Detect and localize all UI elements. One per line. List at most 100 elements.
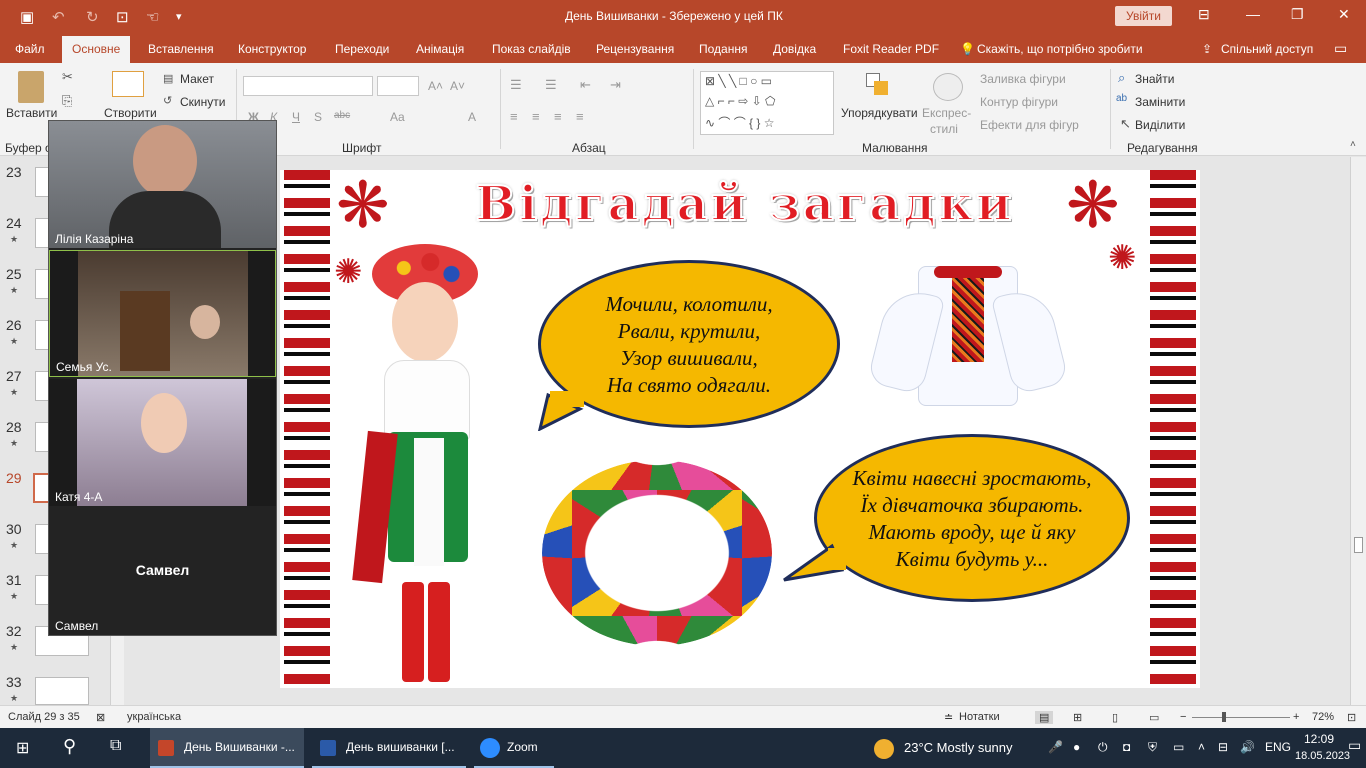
- video-tile[interactable]: Самвел Самвел: [49, 508, 276, 635]
- ribbon-display-icon[interactable]: ⊟: [1198, 6, 1210, 23]
- paste-icon[interactable]: [18, 71, 44, 103]
- language-indicator[interactable]: українська: [127, 711, 181, 723]
- video-tile-active[interactable]: Семья Ус.: [49, 250, 276, 377]
- present-icon[interactable]: ⊡: [116, 8, 129, 26]
- search-icon[interactable]: ⚲: [63, 736, 76, 757]
- touch-icon[interactable]: ☜: [146, 8, 159, 26]
- collapse-ribbon-icon[interactable]: ˄: [1350, 139, 1356, 150]
- tab-help[interactable]: Довідка: [773, 42, 816, 56]
- share-icon[interactable]: ⇪: [1202, 42, 1212, 56]
- taskbar-app-word[interactable]: День вишиванки [...: [312, 728, 466, 768]
- notifications-icon[interactable]: ▭: [1348, 737, 1361, 754]
- zoom-slider[interactable]: [1192, 717, 1290, 718]
- copy-icon[interactable]: ⎘: [62, 93, 72, 109]
- fit-slide-icon[interactable]: ⊡: [1347, 711, 1356, 724]
- font-shrink-icon[interactable]: A˅: [450, 79, 465, 93]
- paste-button[interactable]: Вставити: [6, 106, 57, 120]
- tab-slideshow[interactable]: Показ слайдів: [492, 42, 571, 56]
- video-tile[interactable]: Лілія Казаріна: [49, 121, 276, 248]
- tell-me-search[interactable]: Скажіть, що потрібно зробити: [977, 42, 1143, 56]
- find-button[interactable]: Знайти: [1135, 72, 1174, 86]
- taskbar-app-zoom[interactable]: Zoom: [474, 728, 554, 768]
- quick-styles-button[interactable]: Експрес-: [922, 106, 971, 120]
- spellcheck-icon[interactable]: ⊠: [96, 711, 105, 724]
- shape-triangle-icon[interactable]: △ ⌐ ⌐ ⇨ ⇩ ⬠: [705, 94, 775, 108]
- shape-textbox-icon[interactable]: ⊠ ╲ ╲ □ ○ ▭: [705, 74, 772, 88]
- language-button[interactable]: ENG: [1265, 740, 1291, 754]
- notes-button[interactable]: Нотатки: [959, 711, 1000, 723]
- monitor-icon[interactable]: ▭: [1173, 740, 1184, 754]
- sign-in-button[interactable]: Увійти: [1115, 6, 1172, 26]
- tab-transitions[interactable]: Переходи: [335, 42, 389, 56]
- font-grow-icon[interactable]: A˄: [428, 79, 443, 93]
- outdent-icon[interactable]: ⇥: [610, 77, 621, 93]
- slideshow-icon[interactable]: ▭: [1149, 711, 1159, 724]
- editor-scrollbar[interactable]: [1350, 157, 1366, 705]
- new-slide-icon[interactable]: [112, 71, 144, 97]
- slide-thumbnail[interactable]: [35, 677, 89, 705]
- tab-animations[interactable]: Анімація: [416, 42, 464, 56]
- slide-sorter-icon[interactable]: ⊞: [1073, 711, 1082, 724]
- strike-button[interactable]: abc: [334, 110, 350, 121]
- tab-review[interactable]: Рецензування: [596, 42, 674, 56]
- video-tile[interactable]: Катя 4-А: [49, 379, 276, 506]
- cut-icon[interactable]: ✂: [62, 69, 73, 85]
- bullets-icon[interactable]: ☰: [510, 77, 522, 93]
- normal-view-icon[interactable]: ▤: [1035, 711, 1054, 724]
- zoom-level[interactable]: 72%: [1312, 711, 1334, 723]
- microphone-icon[interactable]: 🎤: [1048, 740, 1063, 754]
- zoom-out-icon[interactable]: −: [1180, 711, 1186, 723]
- align-center-icon[interactable]: ≡: [532, 109, 540, 124]
- weather-text[interactable]: 23°C Mostly sunny: [904, 740, 1013, 755]
- justify-icon[interactable]: ≡: [576, 109, 584, 124]
- font-size-combo[interactable]: [377, 76, 419, 96]
- undo-icon[interactable]: ↶: [52, 8, 65, 26]
- volume-icon[interactable]: 🔊: [1240, 740, 1255, 754]
- windows-start-icon[interactable]: ⊞: [16, 738, 29, 758]
- tab-foxit[interactable]: Foxit Reader PDF: [843, 42, 939, 56]
- tab-insert[interactable]: Вставлення: [148, 42, 214, 56]
- minimize-icon[interactable]: —: [1246, 6, 1260, 22]
- redo-icon[interactable]: ↻: [86, 8, 99, 26]
- shape-star-icon[interactable]: ∿ ⌒ ⌒ { } ☆: [705, 114, 775, 131]
- tell-me-icon[interactable]: 💡: [960, 42, 975, 56]
- shape-fill-button[interactable]: Заливка фігури: [980, 72, 1066, 86]
- chevron-up-icon[interactable]: ˄: [1198, 740, 1205, 754]
- slide-canvas[interactable]: ❋ ❋ ✺ ✺ Відгадай загадки Мочили, колотил…: [280, 170, 1200, 688]
- shape-outline-button[interactable]: Контур фігури: [980, 95, 1058, 109]
- new-slide-button[interactable]: Створити: [104, 106, 157, 120]
- share-button[interactable]: Спільний доступ: [1221, 42, 1313, 56]
- close-icon[interactable]: ✕: [1338, 6, 1350, 23]
- align-right-icon[interactable]: ≡: [554, 109, 562, 124]
- zoom-in-icon[interactable]: +: [1293, 711, 1299, 723]
- zoom-tray-icon[interactable]: ●: [1073, 740, 1080, 754]
- change-case-button[interactable]: Aa: [390, 110, 405, 124]
- arrange-button[interactable]: Упорядкувати: [841, 106, 918, 120]
- app-tray-icon[interactable]: ◘: [1123, 740, 1130, 754]
- align-left-icon[interactable]: ≡: [510, 109, 518, 124]
- usb-icon[interactable]: ⏻: [1098, 740, 1108, 755]
- layout-button[interactable]: Макет: [180, 72, 214, 86]
- tab-home[interactable]: Основне: [62, 36, 131, 63]
- shape-effects-button[interactable]: Ефекти для фігур: [980, 118, 1079, 132]
- tab-view[interactable]: Подання: [699, 42, 747, 56]
- indent-icon[interactable]: ⇤: [580, 77, 591, 93]
- zoom-slider-thumb[interactable]: [1222, 712, 1226, 722]
- comments-icon[interactable]: ▭: [1334, 40, 1347, 57]
- customize-icon[interactable]: ▾: [176, 10, 182, 23]
- font-name-combo[interactable]: [243, 76, 373, 96]
- maximize-icon[interactable]: ❐: [1291, 6, 1304, 23]
- numbering-icon[interactable]: ☰: [545, 77, 557, 93]
- clock-date[interactable]: 18.05.2023: [1295, 750, 1350, 762]
- clock-time[interactable]: 12:09: [1304, 732, 1334, 746]
- taskbar-app-powerpoint[interactable]: День Вишиванки -...: [150, 728, 304, 768]
- save-icon[interactable]: ▣: [20, 8, 34, 26]
- shadow-button[interactable]: S: [314, 110, 322, 124]
- reading-view-icon[interactable]: ▯: [1112, 711, 1118, 724]
- select-button[interactable]: Виділити: [1135, 118, 1185, 132]
- replace-button[interactable]: Замінити: [1135, 95, 1185, 109]
- font-color-button[interactable]: A: [468, 110, 476, 124]
- task-view-icon[interactable]: ⧉: [110, 737, 121, 755]
- tab-file[interactable]: Файл: [15, 42, 45, 56]
- shapes-gallery[interactable]: ⊠ ╲ ╲ □ ○ ▭ △ ⌐ ⌐ ⇨ ⇩ ⬠ ∿ ⌒ ⌒ { } ☆: [700, 71, 834, 135]
